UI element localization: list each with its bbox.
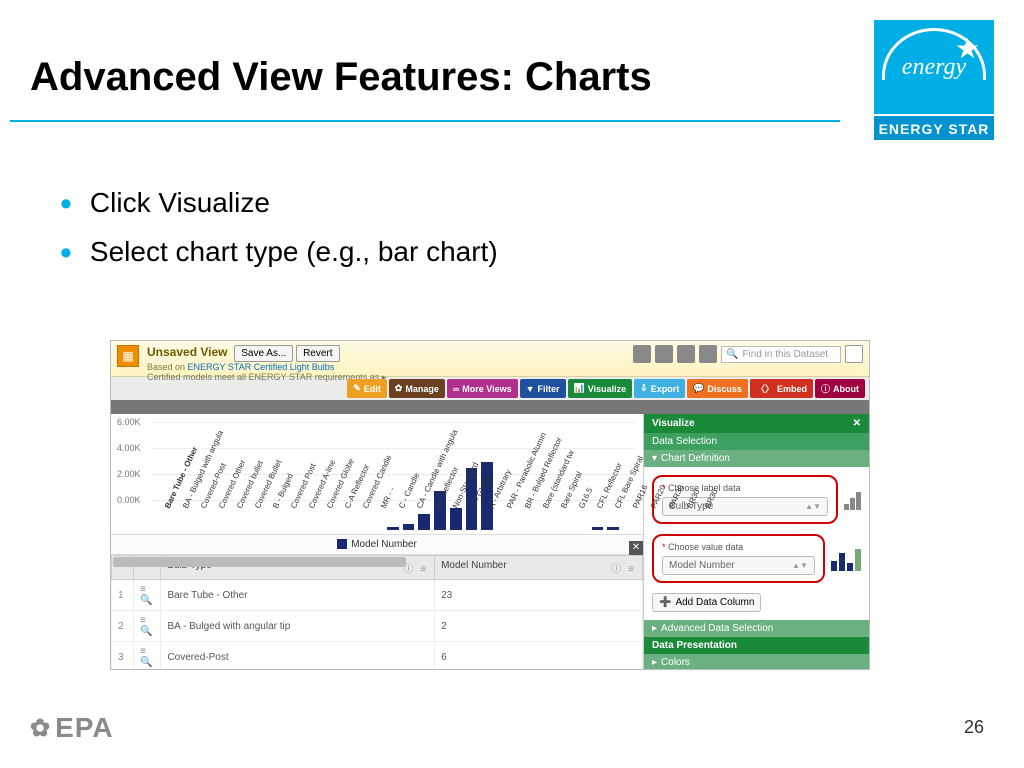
dataset-icon: ▦ <box>117 345 139 367</box>
y-tick: 2.00K <box>117 469 141 479</box>
row-menu-icon[interactable]: ≡ 🔍 <box>134 642 161 671</box>
epa-logo: ✿EPA <box>30 712 114 744</box>
panel-section: Data Selection <box>644 433 869 450</box>
search-input[interactable]: 🔍 Find in this Dataset <box>721 346 841 363</box>
search-icon: 🔍 <box>726 349 738 360</box>
chart-type-icon[interactable] <box>844 490 861 510</box>
updown-icon: ▲▼ <box>805 502 821 511</box>
add-data-column-button[interactable]: ➕Add Data Column <box>652 593 761 612</box>
export-button[interactable]: ⇩Export <box>634 379 685 398</box>
epa-flower-icon: ✿ <box>30 714 51 743</box>
chat-icon: 💬 <box>693 383 704 394</box>
gear-icon: ✿ <box>395 383 403 394</box>
slide-title: Advanced View Features: Charts <box>30 55 652 100</box>
chart-type-icon[interactable] <box>831 547 861 571</box>
panel-subsection[interactable]: ▾Chart Definition <box>644 450 869 467</box>
save-as-button[interactable]: Save As... <box>234 345 293 362</box>
revert-button[interactable]: Revert <box>296 345 339 362</box>
discuss-button[interactable]: 💬Discuss <box>687 379 748 398</box>
code-icon: 〈〉 <box>756 382 774 395</box>
page-number: 26 <box>964 717 984 738</box>
plus-icon: ➕ <box>659 597 671 608</box>
app-header: ▦ Unsaved View Save As... Revert Based o… <box>111 341 869 377</box>
bullet-item: Click Visualize <box>60 185 498 224</box>
energy-script: energy <box>874 54 994 81</box>
label-prompt: Choose label data <box>662 483 828 493</box>
view-mode-icon[interactable] <box>699 345 717 363</box>
energy-star-band: ENERGY STAR <box>874 114 994 140</box>
title-rule <box>10 120 840 122</box>
based-on-link[interactable]: ENERGY STAR Certified Light Bulbs <box>188 362 335 372</box>
based-on-prefix: Based on <box>147 362 188 372</box>
y-tick: 0.00K <box>117 495 141 505</box>
export-icon: ⇩ <box>640 383 648 394</box>
link-icon: ∞ <box>453 384 459 394</box>
panel-title: Visualize <box>652 418 695 429</box>
about-button[interactable]: ⓘAbout <box>815 379 865 398</box>
close-icon[interactable]: ✕ <box>629 541 643 555</box>
embed-button[interactable]: 〈〉Embed <box>750 379 813 398</box>
view-mode-icon[interactable] <box>633 345 651 363</box>
table-row[interactable]: 1≡ 🔍Bare Tube - Other23 <box>112 580 643 611</box>
more-views-button[interactable]: ∞More Views <box>447 379 518 398</box>
bullet-list: Click Visualize Select chart type (e.g.,… <box>60 175 498 283</box>
bar-chart: 6.00K4.00K2.00K0.00KBare Tube - OtherBA … <box>111 414 643 534</box>
pencil-icon: ✎ <box>353 383 361 394</box>
view-mode-icon[interactable] <box>655 345 673 363</box>
y-tick: 6.00K <box>117 417 141 427</box>
value-data-select[interactable]: Model Number▲▼ <box>662 556 815 575</box>
gray-bar <box>111 400 869 414</box>
y-tick: 4.00K <box>117 443 141 453</box>
manage-button[interactable]: ✿Manage <box>389 379 445 398</box>
table-row[interactable]: 3≡ 🔍Covered-Post6 <box>112 642 643 671</box>
chevron-right-icon: ▸ <box>652 657 657 668</box>
filter-icon: ▼ <box>526 384 535 394</box>
table-row[interactable]: 2≡ 🔍BA - Bulged with angular tip2 <box>112 611 643 642</box>
edit-button[interactable]: ✎Edit <box>347 379 387 398</box>
info-icon: ⓘ <box>821 382 830 395</box>
chevron-right-icon: ▸ <box>652 623 657 634</box>
panel-subsection[interactable]: ▸Advanced Data Selection <box>644 620 869 637</box>
close-icon[interactable]: ✕ <box>853 418 861 429</box>
panel-section: Data Presentation <box>644 637 869 654</box>
filter-button[interactable]: ▼Filter <box>520 379 566 398</box>
visualize-button[interactable]: 📊Visualize <box>568 379 633 398</box>
chart-icon: 📊 <box>574 383 585 394</box>
view-mode-icon[interactable] <box>677 345 695 363</box>
value-prompt: Choose value data <box>662 542 815 552</box>
energy-star-logo: ★ energy ENERGY STAR <box>874 20 994 140</box>
value-data-box: Choose value data Model Number▲▼ <box>652 534 825 583</box>
visualize-panel: Visualize ✕ Data Selection ▾Chart Definit… <box>644 414 869 670</box>
bullet-item: Select chart type (e.g., bar chart) <box>60 234 498 273</box>
row-menu-icon[interactable]: ≡ 🔍 <box>134 611 161 642</box>
scrollbar-thumb[interactable] <box>113 557 406 567</box>
app-screenshot: ▦ Unsaved View Save As... Revert Based o… <box>110 340 870 670</box>
view-title: Unsaved View <box>147 345 227 359</box>
chevron-down-icon: ▾ <box>652 453 657 464</box>
row-menu-icon[interactable]: ≡ 🔍 <box>134 580 161 611</box>
expand-icon[interactable] <box>845 345 863 363</box>
updown-icon: ▲▼ <box>792 561 808 570</box>
panel-subsection[interactable]: ▸Colors <box>644 654 869 670</box>
